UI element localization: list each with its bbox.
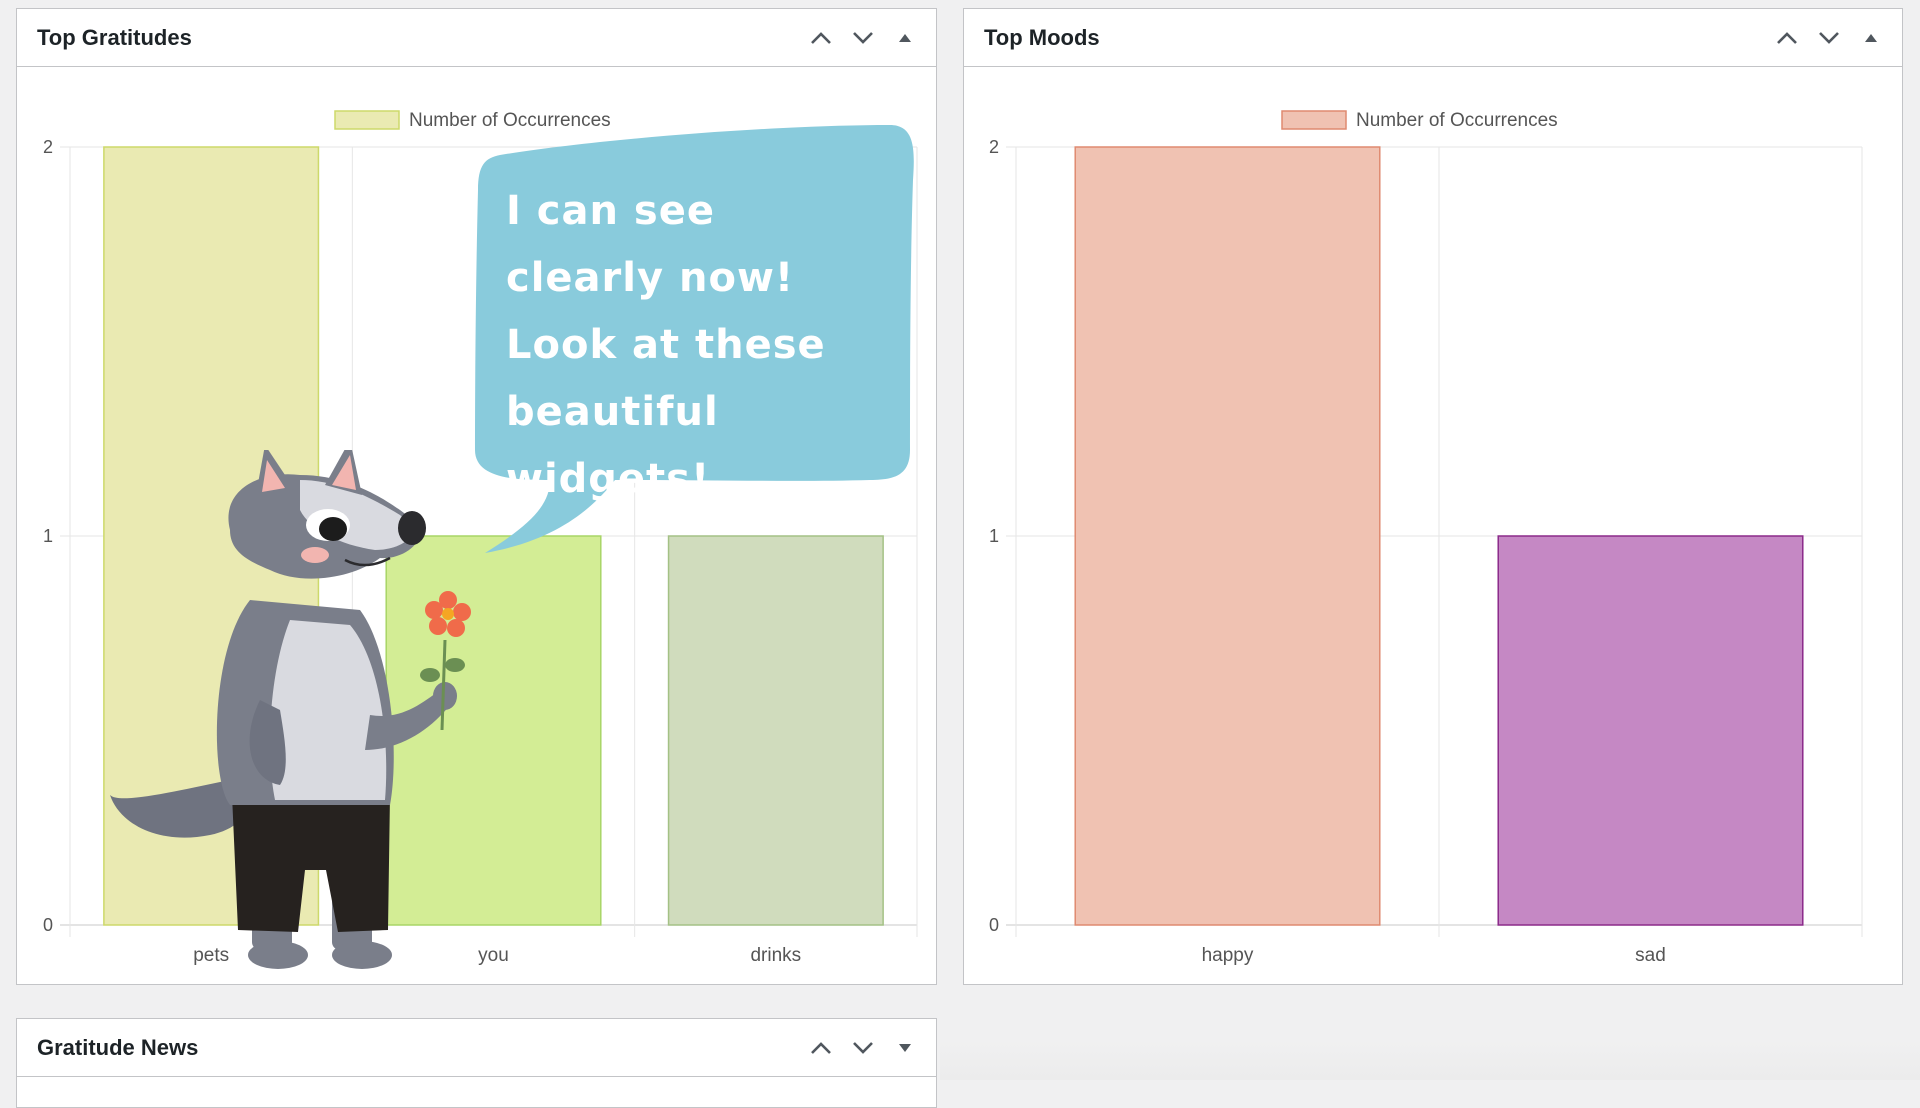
gratitudes-y-tick-label: 1 (43, 526, 53, 546)
widget-controls (800, 1028, 926, 1068)
move-down-button[interactable] (842, 18, 884, 58)
top-moods-widget: Top Moods 0 1 2 happy sad Number of Occurrenc… (963, 8, 1903, 985)
moods-y-tick-label: 1 (989, 526, 999, 546)
gratitudes-y-tick-label: 2 (43, 137, 53, 157)
moods-chart-area: 0 1 2 happy sad Number of Occurrences (964, 67, 1902, 984)
moods-legend-swatch (1281, 110, 1347, 130)
triangle-up-icon (1865, 33, 1877, 42)
widget-header: Top Gratitudes (17, 9, 936, 67)
speech-bubble: I can see clearly now! Look at these bea… (470, 120, 920, 560)
gratitude-news-widget: Gratitude News (16, 1018, 937, 1108)
widget-title: Top Moods (984, 24, 1100, 50)
chevron-down-icon (853, 1041, 873, 1054)
move-down-button[interactable] (842, 1028, 884, 1068)
triangle-up-icon (899, 33, 911, 42)
moods-y-tick-label: 2 (989, 137, 999, 157)
triangle-down-icon (899, 1043, 911, 1052)
widget-title: Gratitude News (37, 1034, 199, 1060)
widget-title: Top Gratitudes (37, 24, 192, 50)
gratitudes-category-label: drinks (750, 945, 801, 966)
widget-header: Gratitude News (17, 1019, 936, 1077)
move-up-button[interactable] (1766, 18, 1808, 58)
gratitudes-bar-drinks (667, 535, 884, 926)
speech-bubble-text: I can see clearly now! Look at these bea… (506, 188, 826, 502)
moods-category-label: sad (1635, 945, 1666, 966)
chevron-up-icon (811, 1041, 831, 1054)
widget-header: Top Moods (964, 9, 1902, 67)
chevron-up-icon (811, 31, 831, 44)
bottom-shadow (940, 1040, 1920, 1080)
moods-bar-chart: 0 1 2 happy sad Number of Occurrences (989, 110, 1863, 966)
toggle-panel-button[interactable] (884, 1028, 926, 1068)
widget-controls (1766, 18, 1892, 58)
gratitudes-category-label: you (478, 945, 509, 966)
moods-legend-label: Number of Occurrences (1356, 110, 1558, 131)
moods-bar-sad (1497, 535, 1804, 926)
moods-category-label: happy (1202, 945, 1254, 966)
wolf-mascot-illustration (110, 450, 471, 969)
chevron-up-icon (1777, 31, 1797, 44)
chevron-down-icon (1819, 31, 1839, 44)
move-up-button[interactable] (800, 18, 842, 58)
gratitudes-legend-swatch (334, 110, 400, 130)
chevron-down-icon (853, 31, 873, 44)
moods-bar-happy (1074, 146, 1381, 926)
move-down-button[interactable] (1808, 18, 1850, 58)
gratitudes-y-tick-label: 0 (43, 915, 53, 935)
widget-controls (800, 18, 926, 58)
toggle-panel-button[interactable] (1850, 18, 1892, 58)
toggle-panel-button[interactable] (884, 18, 926, 58)
move-up-button[interactable] (800, 1028, 842, 1068)
moods-y-tick-label: 0 (989, 915, 999, 935)
